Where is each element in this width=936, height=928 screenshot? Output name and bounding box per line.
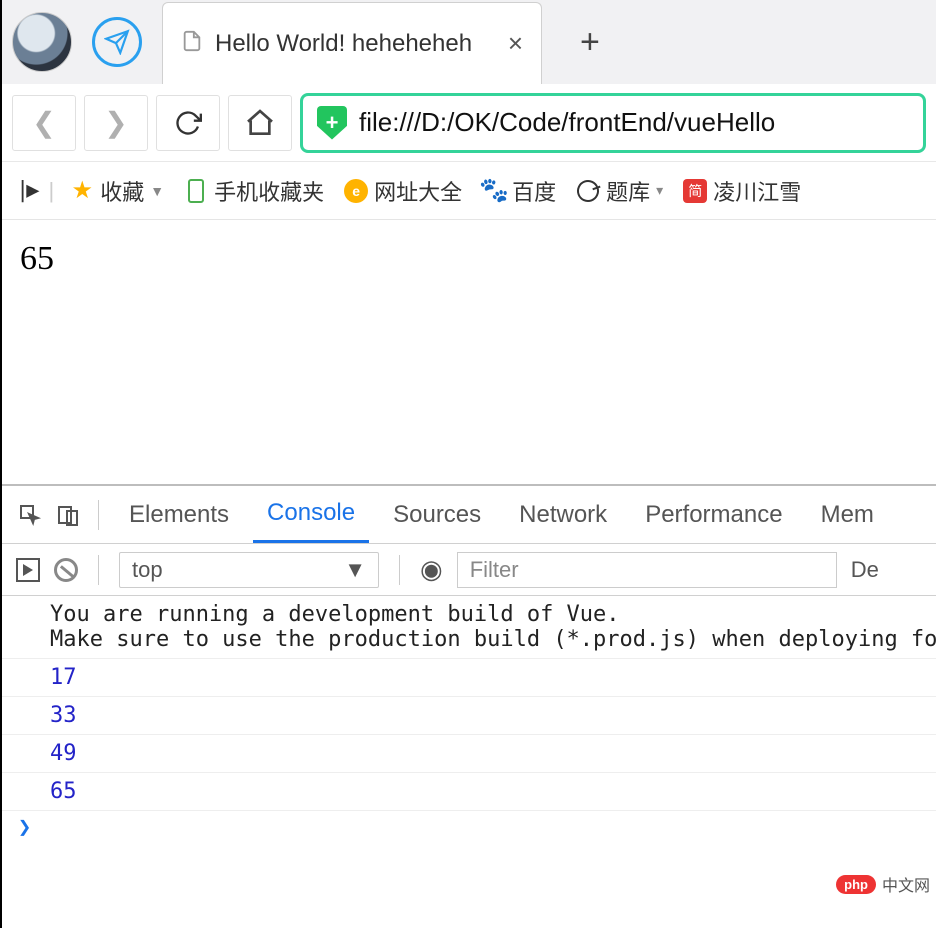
bookmark-label: 手机收藏夹: [214, 175, 324, 207]
browser-tab[interactable]: Hello World! heheheheh ×: [162, 2, 542, 84]
tab-elements[interactable]: Elements: [115, 486, 243, 543]
bookmarks-bar: |▶ | ★ 收藏 ▼ 手机收藏夹 e 网址大全 🐾 百度 题库 ▾ 简 凌川江…: [2, 162, 936, 220]
close-icon[interactable]: ×: [508, 28, 523, 59]
filter-input[interactable]: Filter: [457, 552, 837, 588]
home-button[interactable]: [228, 95, 292, 151]
title-bar: Hello World! heheheheh × +: [2, 0, 936, 84]
chevron-down-icon: ▼: [150, 183, 164, 199]
star-icon: ★: [70, 179, 94, 203]
tab-memory[interactable]: Mem: [807, 486, 888, 543]
tab-sources[interactable]: Sources: [379, 486, 495, 543]
tab-performance[interactable]: Performance: [631, 486, 796, 543]
separator: [399, 555, 400, 585]
device-toggle-icon[interactable]: [54, 503, 82, 527]
url-text: file:///D:/OK/Code/frontEnd/vueHello: [359, 107, 775, 138]
chevron-down-icon: ▾: [656, 182, 663, 199]
context-value: top: [132, 557, 163, 583]
bookmark-mobile[interactable]: 手机收藏夹: [180, 175, 328, 207]
watermark-badge: php: [836, 875, 876, 894]
paw-icon: 🐾: [482, 179, 506, 203]
page-content: 65: [2, 220, 936, 484]
watermark: php 中文网: [836, 872, 930, 896]
clear-console-icon[interactable]: [54, 558, 78, 582]
globe-icon: e: [344, 179, 368, 203]
log-value: 49: [2, 735, 936, 773]
watermark-text: 中文网: [882, 872, 930, 896]
collapse-icon[interactable]: |▶: [16, 178, 37, 203]
separator: |: [49, 178, 55, 204]
tab-title: Hello World! heheheheh: [215, 30, 472, 58]
bookmark-tiku[interactable]: 题库 ▾: [572, 175, 667, 207]
bookmark-label: 凌川江雪: [713, 175, 801, 207]
search-icon: [574, 176, 602, 204]
bookmark-baidu[interactable]: 🐾 百度: [478, 175, 560, 207]
phone-icon: [188, 179, 204, 203]
console-log: You are running a development build of V…: [2, 596, 936, 844]
profile-avatar[interactable]: [12, 12, 72, 72]
new-tab-button[interactable]: +: [580, 23, 600, 62]
devtools-panel: Elements Console Sources Network Perform…: [2, 484, 936, 884]
bookmark-label: 网址大全: [374, 175, 462, 207]
console-prompt[interactable]: ❯: [2, 811, 936, 844]
bookmark-label: 题库: [606, 175, 650, 207]
counter-value: 65: [20, 240, 54, 277]
tab-network[interactable]: Network: [505, 486, 621, 543]
context-selector[interactable]: top ▼: [119, 552, 379, 588]
reload-button[interactable]: [156, 95, 220, 151]
address-bar[interactable]: + file:///D:/OK/Code/frontEnd/vueHello: [300, 93, 926, 153]
log-value: 17: [2, 659, 936, 697]
separator: [98, 555, 99, 585]
bookmark-sites[interactable]: e 网址大全: [340, 175, 466, 207]
inspect-icon[interactable]: [16, 503, 44, 527]
levels-selector[interactable]: De: [851, 557, 879, 583]
log-value: 65: [2, 773, 936, 811]
tab-console[interactable]: Console: [253, 486, 369, 543]
bookmark-label: 百度: [512, 175, 556, 207]
separator: [98, 500, 99, 530]
toggle-sidebar-icon[interactable]: [16, 558, 40, 582]
eye-icon[interactable]: ◉: [420, 554, 443, 585]
shield-icon: +: [317, 106, 347, 140]
forward-button[interactable]: ❯: [84, 95, 148, 151]
bookmark-favorites[interactable]: ★ 收藏 ▼: [66, 175, 168, 207]
log-value: 33: [2, 697, 936, 735]
console-toolbar: top ▼ ◉ Filter De: [2, 544, 936, 596]
bookmark-lingchuan[interactable]: 简 凌川江雪: [679, 175, 805, 207]
bookmark-label: 收藏: [100, 175, 144, 207]
filter-placeholder: Filter: [470, 557, 519, 583]
nav-bar: ❮ ❯ + file:///D:/OK/Code/frontEnd/vueHel…: [2, 84, 936, 162]
devtools-tabbar: Elements Console Sources Network Perform…: [2, 486, 936, 544]
file-icon: [181, 28, 203, 59]
paper-plane-icon[interactable]: [92, 17, 142, 67]
chevron-down-icon: ▼: [344, 557, 366, 583]
back-button[interactable]: ❮: [12, 95, 76, 151]
log-message: You are running a development build of V…: [2, 596, 936, 659]
jian-icon: 简: [683, 179, 707, 203]
